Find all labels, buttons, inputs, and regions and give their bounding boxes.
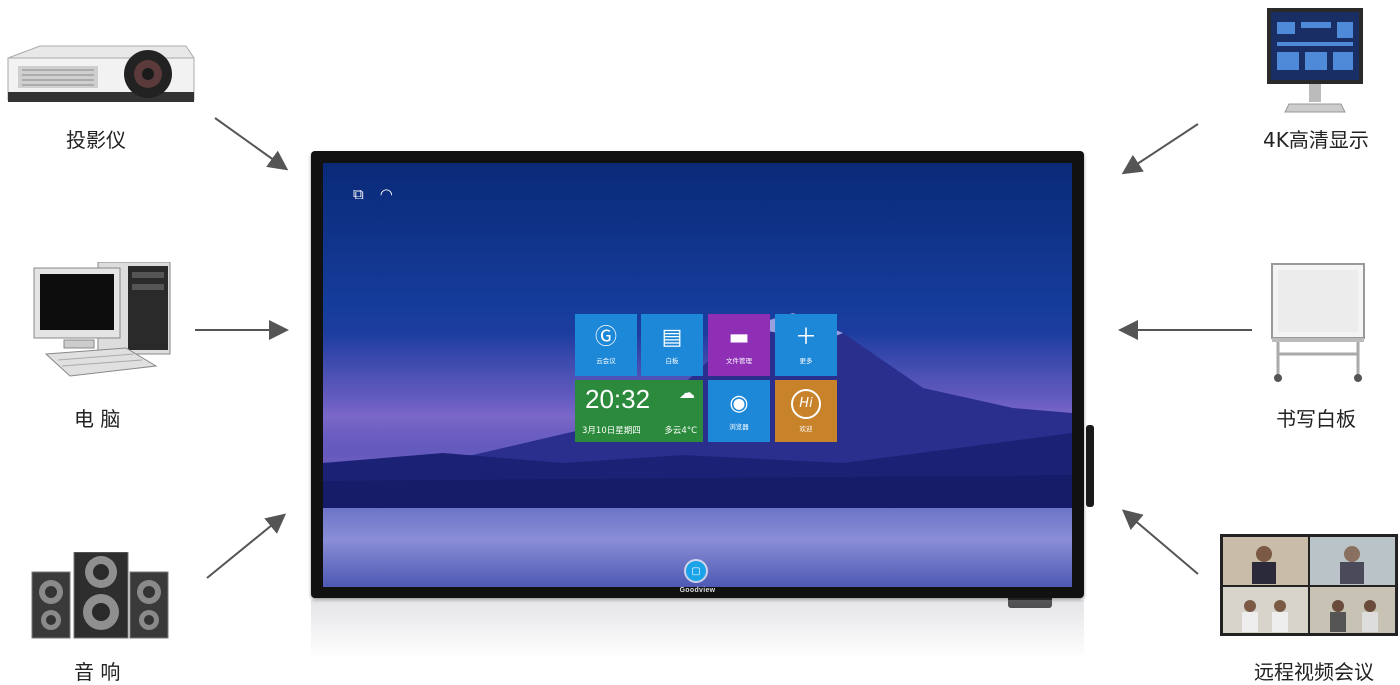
computer-label: 电 脑 bbox=[74, 407, 121, 431]
tile-welcome[interactable]: Hi 欢迎 bbox=[775, 380, 837, 442]
hi-icon: Hi bbox=[791, 389, 821, 419]
tile-label: 欢迎 bbox=[799, 425, 813, 433]
brand-logo: Goodview bbox=[679, 587, 716, 594]
arrow-video-conference bbox=[1121, 509, 1199, 575]
cloud-meeting-icon: Ⓖ bbox=[594, 325, 617, 350]
tile-label: 云会议 bbox=[596, 357, 616, 365]
tile-whiteboard[interactable]: ▤ 白板 bbox=[641, 314, 703, 376]
tile-more[interactable]: ＋ 更多 bbox=[775, 314, 837, 376]
tile-label: 浏览器 bbox=[729, 423, 749, 431]
computer-icon bbox=[33, 261, 171, 377]
monitor-device bbox=[1267, 8, 1365, 114]
speaker-icon bbox=[31, 551, 169, 639]
clock-date: 3月10日星期四 bbox=[582, 426, 641, 436]
stylus-pen bbox=[1086, 425, 1094, 507]
arrow-speaker bbox=[206, 513, 287, 579]
speaker-device bbox=[30, 551, 170, 640]
panel-screen: ⧉ ◠ Ⓖ 云会议 ▤ 白板 ▬ 文件管理 ＋ 更多 20:32 ☁ 3月10日… bbox=[323, 163, 1072, 587]
interactive-panel: ⧉ ◠ Ⓖ 云会议 ▤ 白板 ▬ 文件管理 ＋ 更多 20:32 ☁ 3月10日… bbox=[311, 151, 1084, 598]
projector-label: 投影仪 bbox=[66, 128, 126, 152]
app-tiles: Ⓖ 云会议 ▤ 白板 ▬ 文件管理 ＋ 更多 20:32 ☁ 3月10日星期四 … bbox=[575, 314, 840, 444]
video-conference-icon bbox=[1220, 534, 1398, 636]
projector-icon bbox=[7, 45, 195, 102]
panel-reflection bbox=[311, 600, 1084, 660]
tile-label: 文件管理 bbox=[726, 357, 752, 365]
clock-weather-widget[interactable]: 20:32 ☁ 3月10日星期四 多云4°C bbox=[575, 380, 703, 442]
whiteboard-icon bbox=[1271, 263, 1365, 382]
monitor-icon bbox=[1267, 8, 1363, 113]
projector-device bbox=[0, 40, 196, 110]
folder-icon: ▬ bbox=[728, 325, 750, 350]
wifi-icon[interactable]: ◠ bbox=[380, 185, 393, 203]
arrow-monitor bbox=[1121, 123, 1199, 175]
tile-label: 白板 bbox=[665, 357, 679, 365]
screen-mirror-icon[interactable]: ⧉ bbox=[353, 185, 364, 203]
arrow-projector bbox=[214, 117, 289, 171]
weather-cloudy-icon: ☁ bbox=[679, 383, 695, 402]
whiteboard-label: 书写白板 bbox=[1276, 407, 1356, 431]
tile-cloud-meeting[interactable]: Ⓖ 云会议 bbox=[575, 314, 637, 376]
tile-browser[interactable]: ◉ 浏览器 bbox=[708, 380, 770, 442]
speaker-label: 音 响 bbox=[74, 660, 121, 684]
status-bar: ⧉ ◠ bbox=[353, 185, 393, 203]
home-button[interactable]: ▢ bbox=[686, 561, 706, 581]
video-conference-device bbox=[1220, 534, 1398, 638]
video-conference-label: 远程视频会议 bbox=[1254, 660, 1374, 684]
tile-label: 更多 bbox=[799, 357, 813, 365]
tile-file-manager[interactable]: ▬ 文件管理 bbox=[708, 314, 770, 376]
clock-time: 20:32 bbox=[585, 384, 651, 414]
computer-device bbox=[30, 261, 175, 387]
browser-icon: ◉ bbox=[729, 391, 749, 416]
whiteboard-device bbox=[1268, 262, 1368, 384]
plus-icon: ＋ bbox=[794, 325, 817, 350]
monitor-label: 4K高清显示 bbox=[1263, 128, 1369, 152]
weather-text: 多云4°C bbox=[664, 426, 697, 436]
whiteboard-app-icon: ▤ bbox=[661, 325, 683, 350]
